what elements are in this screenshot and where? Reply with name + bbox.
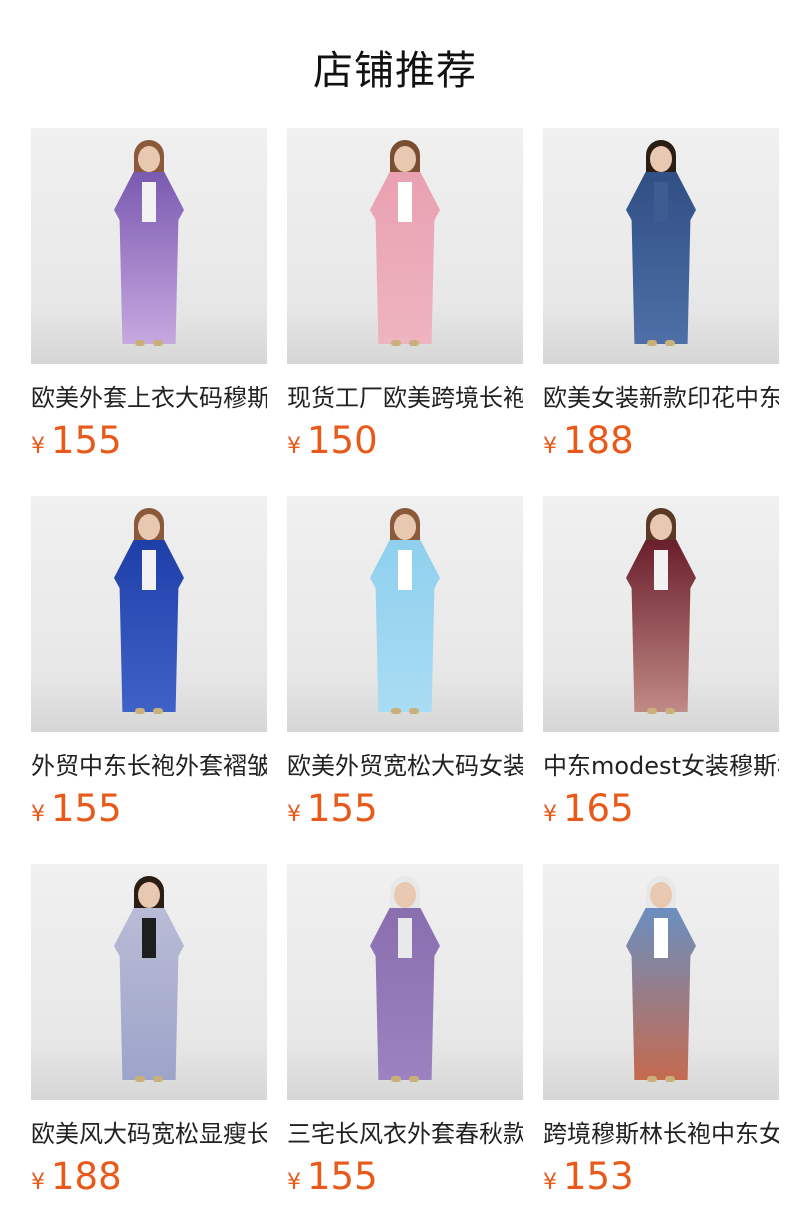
page-title: 店铺推荐 <box>313 48 477 94</box>
shoe <box>135 340 145 346</box>
product-name[interactable]: 欧美女装新款印花中东 <box>543 378 779 413</box>
shoe <box>391 708 401 714</box>
product-price: ¥165 <box>543 787 779 831</box>
product-name[interactable]: 现货工厂欧美跨境长袍 <box>287 378 523 413</box>
currency-symbol: ¥ <box>543 802 557 827</box>
price-amount: 188 <box>51 1155 122 1198</box>
shoe <box>409 1076 419 1082</box>
product-image[interactable] <box>287 864 523 1100</box>
shoe <box>391 1076 401 1082</box>
shoe <box>135 708 145 714</box>
product-name[interactable]: 外贸中东长袍外套褶皱 <box>31 746 267 781</box>
product-name[interactable]: 欧美外贸宽松大码女装 <box>287 746 523 781</box>
price-amount: 155 <box>51 419 122 462</box>
shoe <box>153 708 163 714</box>
shoe <box>409 340 419 346</box>
product-image[interactable] <box>31 128 267 364</box>
currency-symbol: ¥ <box>543 1170 557 1195</box>
product-card[interactable]: 外贸中东长袍外套褶皱 ¥155 <box>31 496 267 831</box>
product-name[interactable]: 中东modest女装穆斯林 <box>543 746 779 781</box>
inner-top <box>142 182 156 222</box>
model-head <box>394 514 416 540</box>
inner-top <box>398 182 412 222</box>
currency-symbol: ¥ <box>543 434 557 459</box>
product-price: ¥153 <box>543 1155 779 1199</box>
inner-top <box>398 918 412 958</box>
product-name[interactable]: 欧美风大码宽松显瘦长 <box>31 1114 267 1149</box>
inner-top <box>398 550 412 590</box>
product-card[interactable]: 欧美外套上衣大码穆斯 ¥155 <box>31 128 267 463</box>
product-card[interactable]: 跨境穆斯林长袍中东女 ¥153 <box>543 864 779 1199</box>
shoe <box>665 1076 675 1082</box>
product-price: ¥155 <box>31 419 267 463</box>
currency-symbol: ¥ <box>287 434 301 459</box>
currency-symbol: ¥ <box>31 434 45 459</box>
inner-top <box>142 550 156 590</box>
shoe <box>135 1076 145 1082</box>
shoe <box>647 708 657 714</box>
shoe <box>647 340 657 346</box>
shoe <box>409 708 419 714</box>
price-amount: 165 <box>563 787 634 830</box>
product-image[interactable] <box>31 496 267 732</box>
inner-top <box>654 918 668 958</box>
product-image[interactable] <box>543 496 779 732</box>
product-price: ¥155 <box>287 1155 523 1199</box>
product-image[interactable] <box>287 496 523 732</box>
price-amount: 155 <box>307 787 378 830</box>
product-image[interactable] <box>543 864 779 1100</box>
product-card[interactable]: 现货工厂欧美跨境长袍 ¥150 <box>287 128 523 463</box>
model-head <box>650 882 672 908</box>
product-card[interactable]: 欧美风大码宽松显瘦长 ¥188 <box>31 864 267 1199</box>
inner-top <box>654 182 668 222</box>
product-price: ¥155 <box>287 787 523 831</box>
currency-symbol: ¥ <box>31 1170 45 1195</box>
product-image[interactable] <box>287 128 523 364</box>
model-head <box>138 146 160 172</box>
price-amount: 153 <box>563 1155 634 1198</box>
product-name[interactable]: 三宅长风衣外套春秋款 <box>287 1114 523 1149</box>
product-card[interactable]: 欧美女装新款印花中东 ¥188 <box>543 128 779 463</box>
product-image[interactable] <box>31 864 267 1100</box>
product-image[interactable] <box>543 128 779 364</box>
shoe <box>647 1076 657 1082</box>
model-head <box>394 882 416 908</box>
inner-top <box>654 550 668 590</box>
currency-symbol: ¥ <box>31 802 45 827</box>
shoe <box>665 340 675 346</box>
shoe <box>153 1076 163 1082</box>
product-card[interactable]: 欧美外贸宽松大码女装 ¥155 <box>287 496 523 831</box>
product-name[interactable]: 欧美外套上衣大码穆斯 <box>31 378 267 413</box>
price-amount: 155 <box>51 787 122 830</box>
product-price: ¥188 <box>31 1155 267 1199</box>
model-head <box>650 146 672 172</box>
currency-symbol: ¥ <box>287 1170 301 1195</box>
model-head <box>650 514 672 540</box>
price-amount: 155 <box>307 1155 378 1198</box>
model-head <box>138 882 160 908</box>
product-card[interactable]: 中东modest女装穆斯林 ¥165 <box>543 496 779 831</box>
product-card[interactable]: 三宅长风衣外套春秋款 ¥155 <box>287 864 523 1199</box>
currency-symbol: ¥ <box>287 802 301 827</box>
price-amount: 150 <box>307 419 378 462</box>
shoe <box>665 708 675 714</box>
shoe <box>391 340 401 346</box>
product-name[interactable]: 跨境穆斯林长袍中东女 <box>543 1114 779 1149</box>
model-head <box>138 514 160 540</box>
product-price: ¥155 <box>31 787 267 831</box>
model-head <box>394 146 416 172</box>
shoe <box>153 340 163 346</box>
product-price: ¥150 <box>287 419 523 463</box>
product-price: ¥188 <box>543 419 779 463</box>
price-amount: 188 <box>563 419 634 462</box>
inner-top <box>142 918 156 958</box>
